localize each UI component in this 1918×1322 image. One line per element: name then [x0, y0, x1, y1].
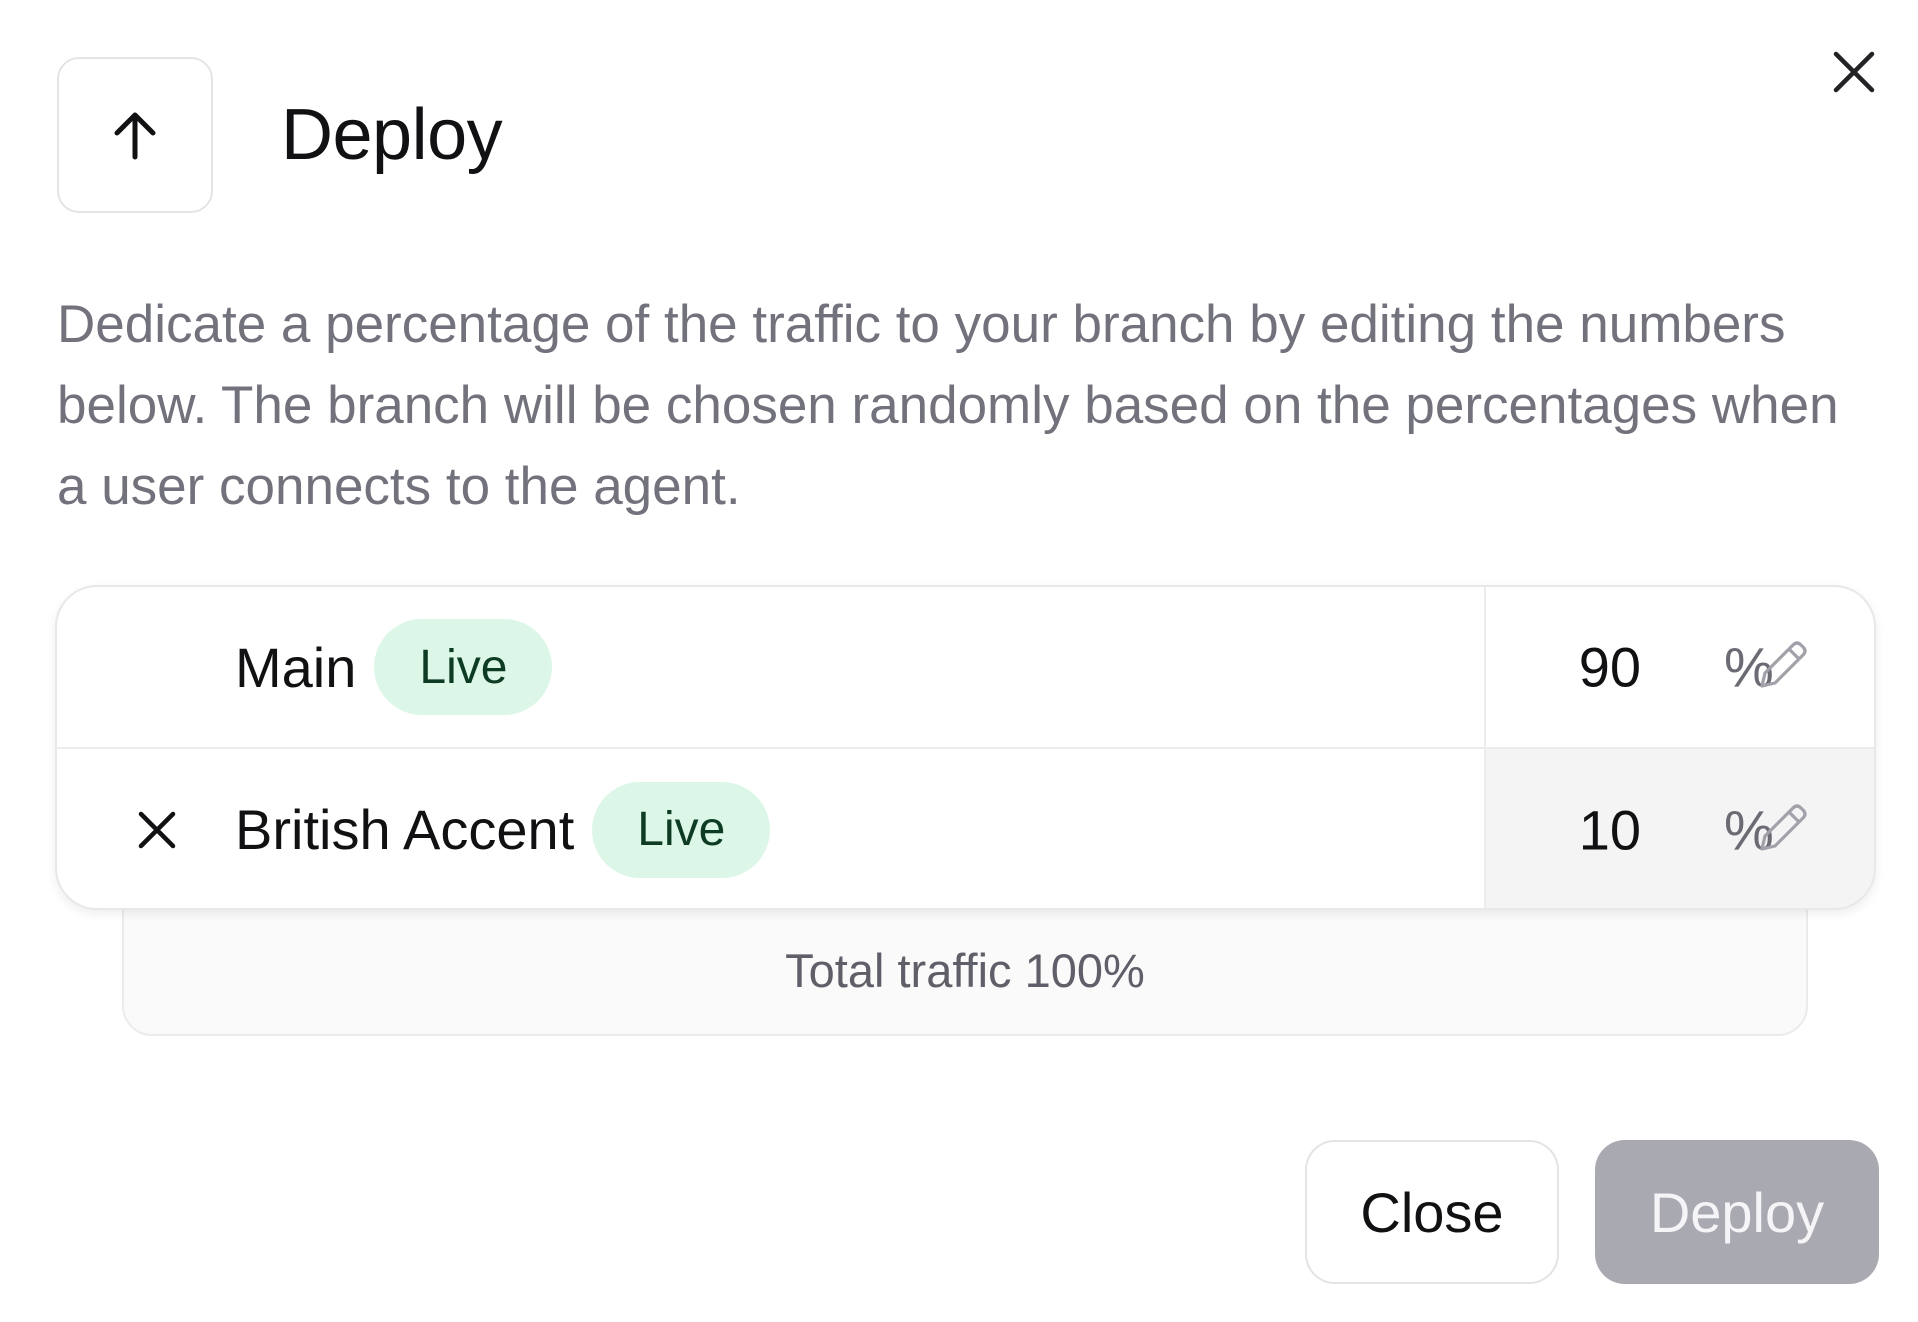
dialog-title: Deploy	[281, 95, 503, 175]
total-traffic-label: Total traffic 100%	[785, 944, 1145, 997]
traffic-percent-value[interactable]: 10	[1579, 797, 1641, 862]
close-button[interactable]: Close	[1305, 1140, 1559, 1284]
branch-row: Main Live 90 %	[57, 587, 1874, 749]
pencil-icon[interactable]	[1750, 636, 1812, 698]
remove-icon[interactable]	[127, 800, 187, 860]
status-badge: Live	[592, 781, 771, 878]
traffic-percent-cell[interactable]: 90 %	[1486, 587, 1874, 747]
pencil-icon[interactable]	[1750, 799, 1812, 861]
arrow-up-icon	[57, 57, 213, 213]
traffic-percent-value[interactable]: 90	[1579, 635, 1641, 700]
branch-row: British Accent Live 10 %	[57, 749, 1874, 908]
close-icon[interactable]	[1826, 44, 1882, 100]
deploy-dialog: Deploy Dedicate a percentage of the traf…	[0, 0, 1918, 1322]
branch-name: Main	[235, 635, 357, 699]
dialog-description: Dedicate a percentage of the traffic to …	[57, 295, 1839, 516]
branch-name-cell: British Accent Live	[235, 749, 771, 908]
branch-name-cell: Main Live	[235, 587, 553, 747]
dialog-header: Deploy	[57, 57, 503, 213]
traffic-percent-cell[interactable]: 10 %	[1486, 749, 1874, 908]
deploy-button[interactable]: Deploy	[1595, 1140, 1879, 1284]
branch-table: Main Live 90 % British Accent Live 10 %	[55, 585, 1876, 910]
branch-name: British Accent	[235, 798, 575, 861]
status-badge: Live	[374, 619, 553, 715]
